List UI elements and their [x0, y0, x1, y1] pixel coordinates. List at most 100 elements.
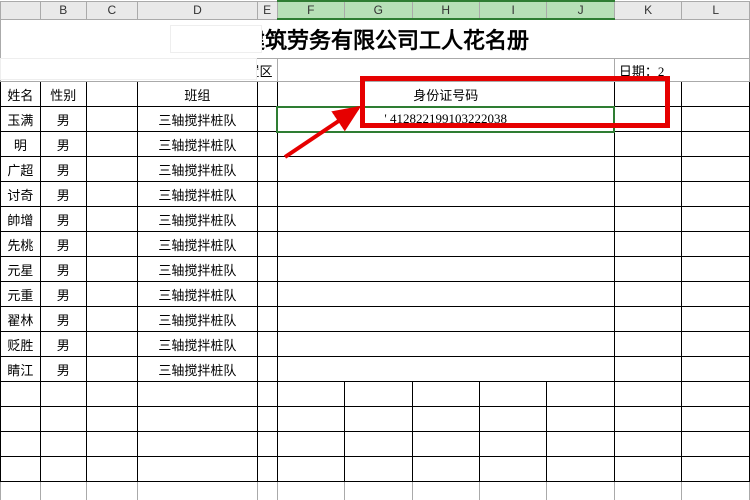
col-header-B[interactable]: B	[40, 1, 86, 19]
cell-team: 三轴搅拌桩队	[138, 357, 258, 382]
empty-cell	[1, 407, 41, 432]
empty-cell	[682, 482, 750, 500]
empty-cell	[345, 407, 413, 432]
empty-cell	[480, 457, 547, 482]
cell-empty	[86, 182, 138, 207]
empty-cell	[480, 432, 547, 457]
cell-gap	[257, 107, 277, 132]
empty-cell	[547, 407, 614, 432]
cell-name: 睛江	[1, 357, 41, 382]
empty-cell	[257, 432, 277, 457]
header-gender: 性别	[40, 82, 86, 107]
cell-gap	[257, 357, 277, 382]
cell-gender: 男	[40, 107, 86, 132]
cell-team: 三轴搅拌桩队	[138, 257, 258, 282]
cell-name: 先桃	[1, 232, 41, 257]
cell-l	[682, 157, 750, 182]
cell-name: 讨奇	[1, 182, 41, 207]
cell-idcard[interactable]	[277, 157, 614, 182]
empty-cell	[257, 482, 277, 500]
empty-cell	[345, 432, 413, 457]
cell-team: 三轴搅拌桩队	[138, 107, 258, 132]
header-l	[682, 82, 750, 107]
empty-cell	[86, 432, 138, 457]
cell-empty	[86, 207, 138, 232]
cell-idcard[interactable]	[277, 332, 614, 357]
empty-cell	[412, 482, 479, 500]
cell-name: 翟林	[1, 307, 41, 332]
empty-cell	[277, 382, 344, 407]
cell-l	[682, 107, 750, 132]
cell-l	[682, 332, 750, 357]
subtitle-mid	[277, 59, 614, 82]
empty-cell	[277, 482, 344, 500]
cell-team: 三轴搅拌桩队	[138, 332, 258, 357]
cell-idcard[interactable]	[277, 357, 614, 382]
col-header-D[interactable]: D	[138, 1, 258, 19]
empty-cell	[682, 457, 750, 482]
empty-cell	[277, 407, 344, 432]
cell-gap	[257, 132, 277, 157]
empty-cell	[412, 407, 479, 432]
cell-gap	[257, 232, 277, 257]
empty-cell	[547, 382, 614, 407]
empty-cell	[345, 382, 413, 407]
empty-cell	[412, 382, 479, 407]
empty-cell	[138, 457, 258, 482]
col-header-I[interactable]: I	[480, 1, 547, 19]
cell-empty	[86, 157, 138, 182]
col-header-L[interactable]: L	[682, 1, 750, 19]
empty-cell	[138, 432, 258, 457]
cell-gap	[257, 207, 277, 232]
empty-cell	[277, 432, 344, 457]
cell-empty	[86, 107, 138, 132]
empty-cell	[345, 482, 413, 500]
empty-cell	[86, 457, 138, 482]
cell-gap	[257, 182, 277, 207]
cell-idcard[interactable]	[277, 182, 614, 207]
empty-cell	[345, 457, 413, 482]
cell-idcard[interactable]	[277, 282, 614, 307]
cell-idcard[interactable]	[277, 232, 614, 257]
empty-cell	[138, 382, 258, 407]
cell-idcard[interactable]	[277, 307, 614, 332]
cell-idcard[interactable]	[277, 207, 614, 232]
cell-team: 三轴搅拌桩队	[138, 182, 258, 207]
empty-cell	[412, 457, 479, 482]
empty-cell	[480, 407, 547, 432]
empty-cell	[1, 382, 41, 407]
cell-gender: 男	[40, 307, 86, 332]
empty-cell	[40, 482, 86, 500]
col-header-E[interactable]: E	[257, 1, 277, 19]
col-header-G[interactable]: G	[345, 1, 413, 19]
col-header-K[interactable]: K	[614, 1, 682, 19]
page-title: 翔建筑劳务有限公司工人花名册	[1, 19, 750, 59]
cell-k	[614, 207, 682, 232]
col-header-J[interactable]: J	[547, 1, 614, 19]
cell-empty	[86, 332, 138, 357]
empty-cell	[682, 407, 750, 432]
cell-empty	[86, 282, 138, 307]
col-header-F[interactable]: F	[277, 1, 344, 19]
empty-cell	[257, 407, 277, 432]
cell-idcard[interactable]	[277, 132, 614, 157]
empty-cell	[614, 407, 682, 432]
col-header-C[interactable]: C	[86, 1, 138, 19]
empty-cell	[682, 382, 750, 407]
subtitle-right: 日期：2	[614, 59, 749, 82]
cell-k	[614, 282, 682, 307]
cell-idcard[interactable]: ' 412822199103222038	[277, 107, 614, 132]
empty-cell	[86, 482, 138, 500]
cell-team: 三轴搅拌桩队	[138, 132, 258, 157]
cell-l	[682, 282, 750, 307]
cell-idcard[interactable]	[277, 257, 614, 282]
cell-k	[614, 307, 682, 332]
cell-empty	[86, 307, 138, 332]
empty-cell	[257, 382, 277, 407]
cell-gap	[257, 282, 277, 307]
header-team: 班组	[138, 82, 258, 107]
cell-l	[682, 257, 750, 282]
empty-cell	[682, 432, 750, 457]
col-header-H[interactable]: H	[412, 1, 479, 19]
empty-cell	[40, 432, 86, 457]
